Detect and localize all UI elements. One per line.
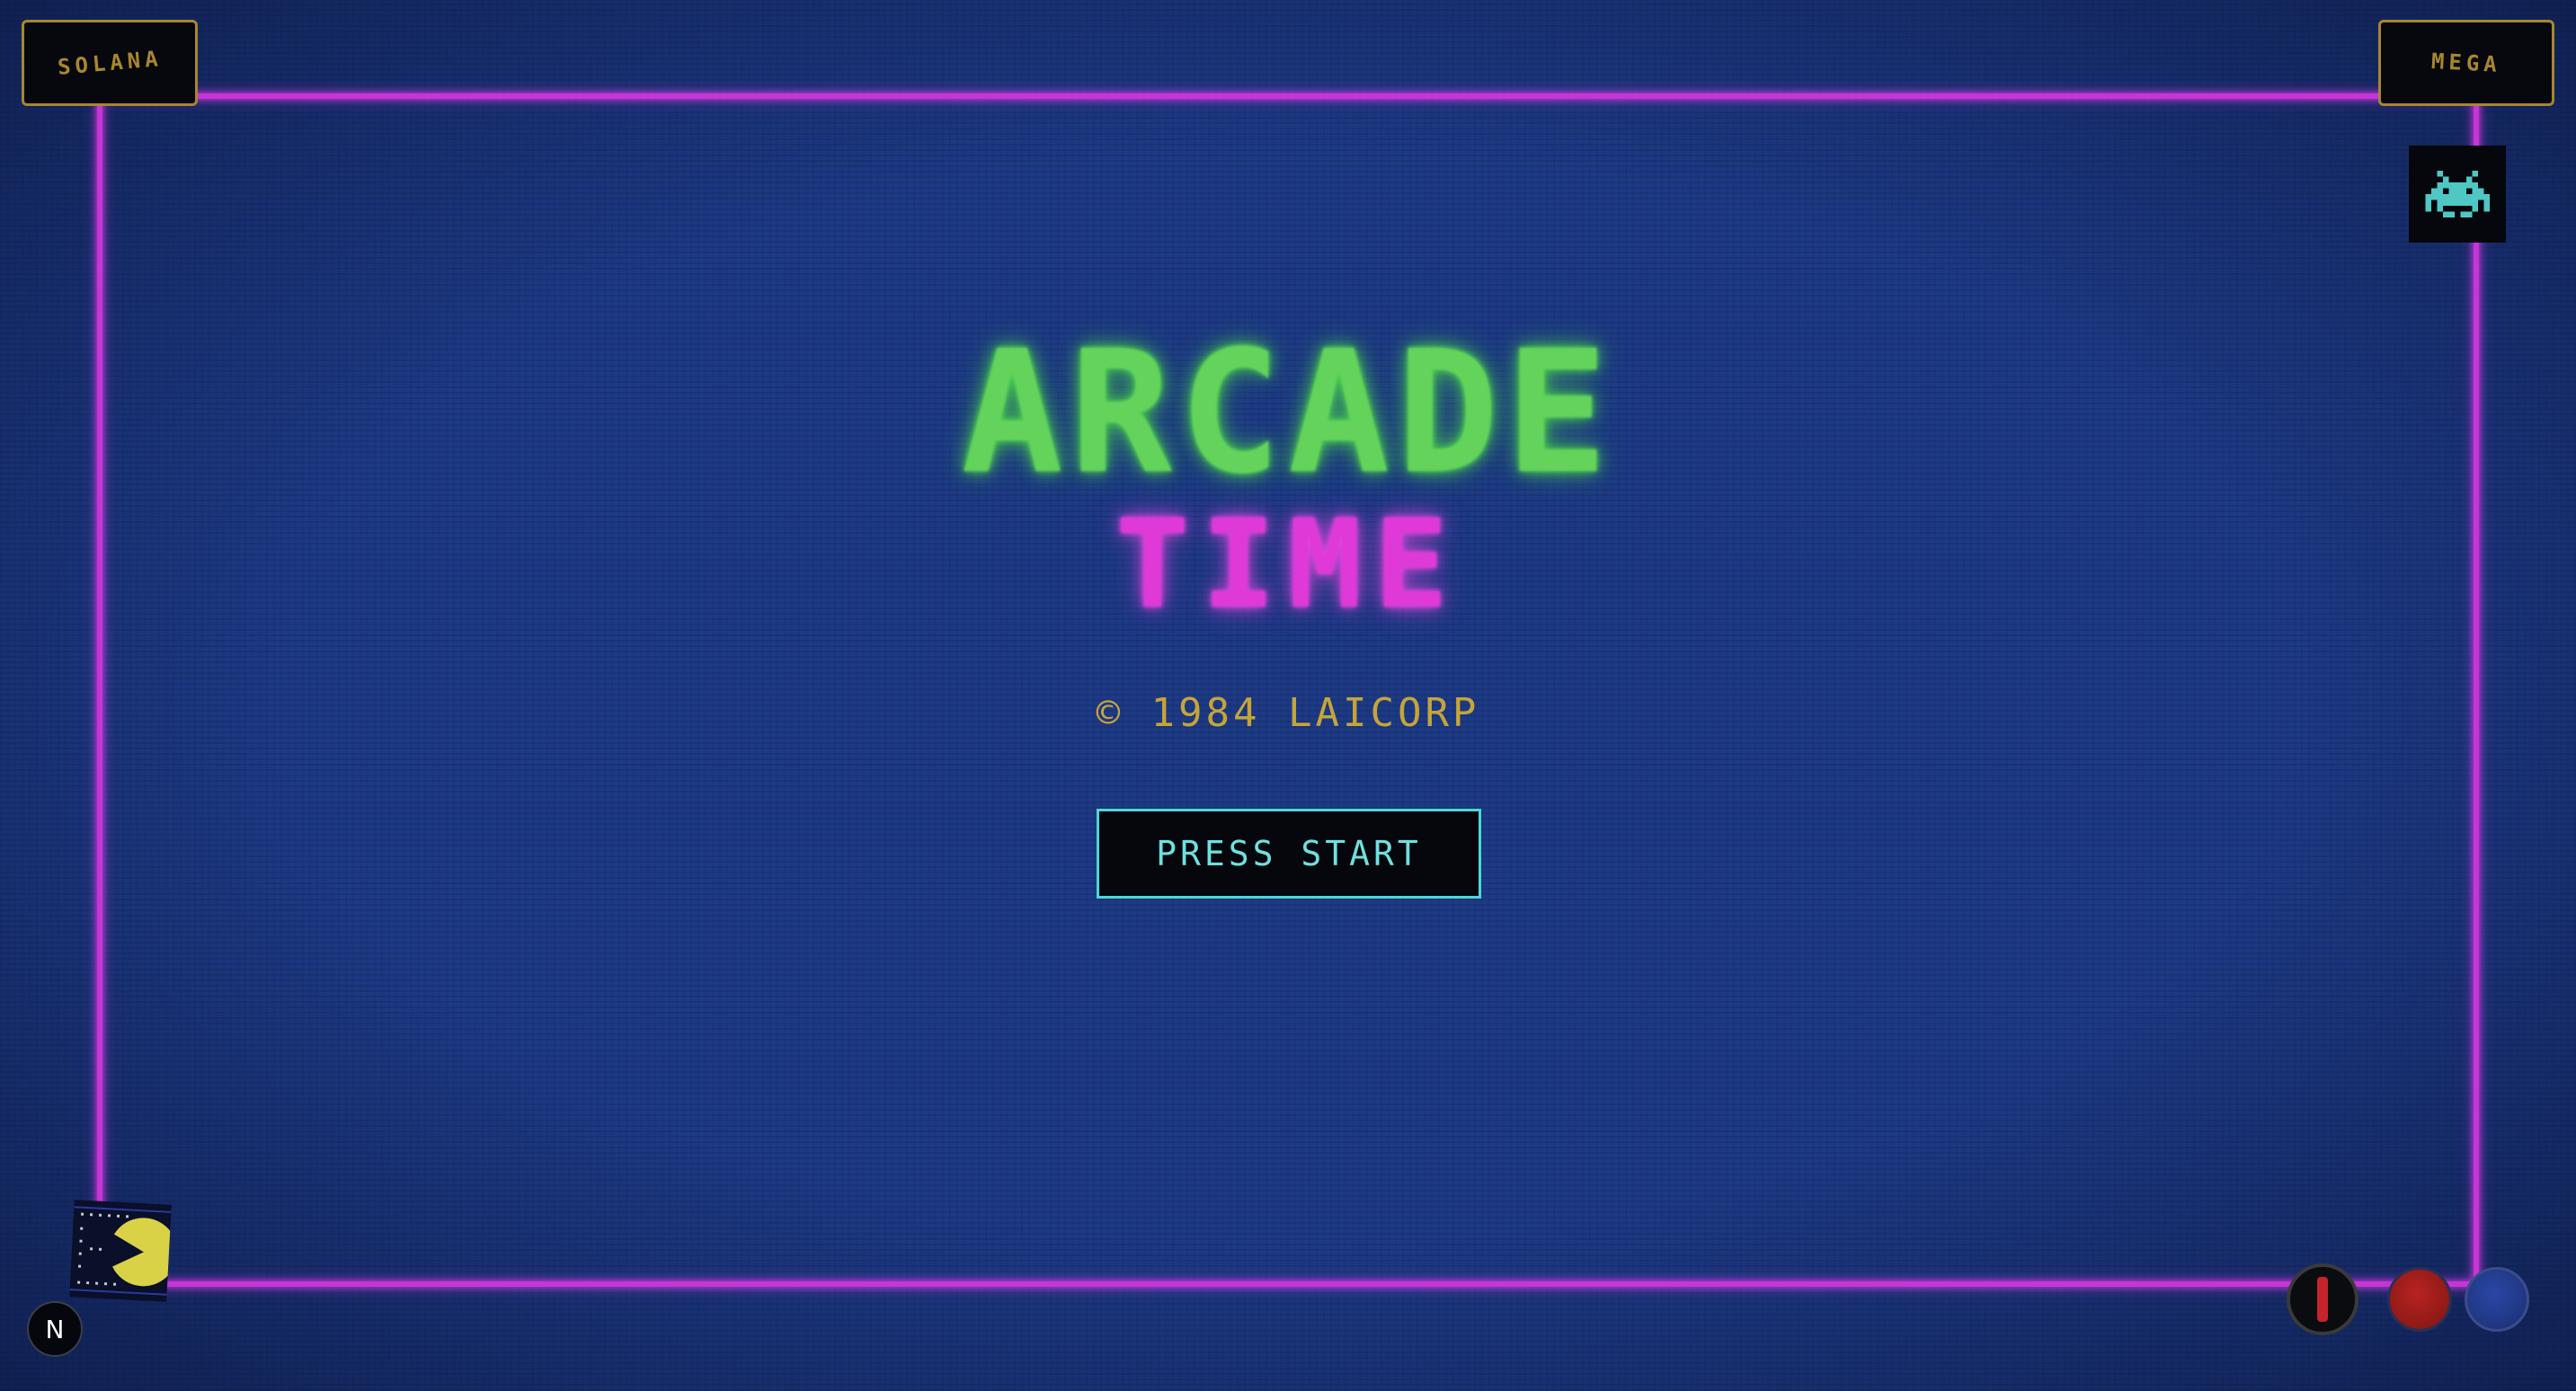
press-start-label: PRESS START [1156, 834, 1422, 873]
mega-badge[interactable]: MEGA [2378, 20, 2554, 106]
title-time: TIME [1115, 494, 1461, 636]
joystick-icon [2317, 1277, 2328, 1322]
blue-arcade-button[interactable] [2465, 1267, 2529, 1332]
joystick-button[interactable] [2287, 1263, 2358, 1335]
copyright-text: © 1984 LAICORP [1096, 690, 1480, 736]
arcade-screen: SOLANA MEGA ARCADE TIME © 1984 LAICORP P… [0, 0, 2576, 1391]
mega-badge-label: MEGA [2430, 48, 2502, 78]
space-invader-icon [2425, 171, 2490, 217]
game-title: ARCADE TIME [0, 323, 2576, 633]
pacman-icon [69, 1200, 172, 1302]
press-start-button[interactable]: PRESS START [1097, 809, 1481, 899]
n-logo-button[interactable]: N [27, 1301, 83, 1357]
n-logo-letter: N [45, 1314, 65, 1344]
solana-badge-label: SOLANA [56, 45, 164, 81]
neon-frame-top [99, 93, 2481, 99]
red-arcade-button[interactable] [2387, 1267, 2452, 1332]
solana-badge[interactable]: SOLANA [22, 20, 198, 106]
pacman-tile[interactable] [69, 1200, 172, 1302]
neon-frame-bottom [99, 1281, 2481, 1287]
space-invader-tile[interactable] [2409, 146, 2506, 243]
title-arcade: ARCADE [961, 315, 1615, 511]
